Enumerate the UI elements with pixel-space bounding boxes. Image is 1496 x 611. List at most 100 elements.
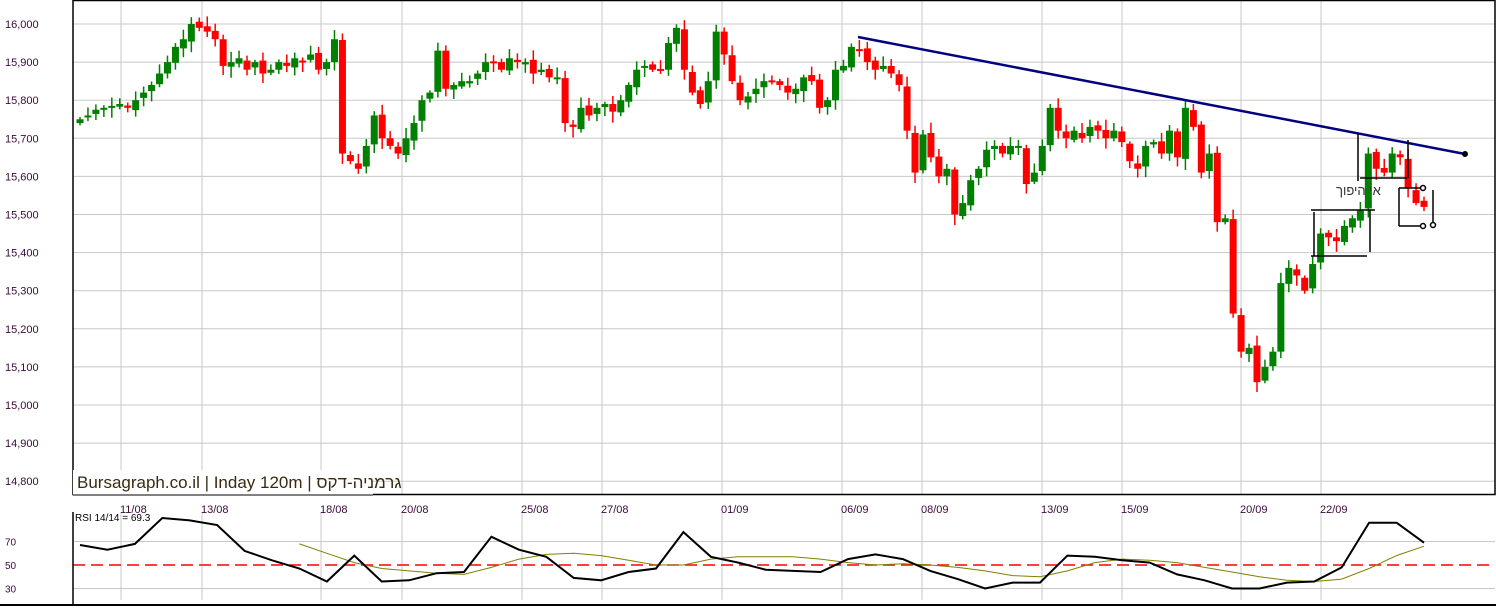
candle-down [378,114,386,139]
rsi-line [79,516,1425,590]
candle-up [140,92,148,98]
candle-down [1118,131,1126,143]
candle-up [1038,145,1046,172]
candle-down [609,104,617,112]
candle-up [291,58,299,68]
chart-title: Bursagraph.co.il | Inday 120m | גרמניה-ד… [77,473,402,492]
candle-down [688,72,696,93]
candle-up [108,105,116,108]
candle-down [657,68,665,71]
candle-up [704,81,712,103]
candle-up [132,100,140,111]
candle-up [148,84,156,92]
y-tick-label: 15,500 [5,210,39,222]
candle-down [1253,345,1261,383]
candle-up [179,39,187,49]
candle-down [1325,232,1333,238]
candle-down [999,145,1007,154]
candle-up [116,104,124,107]
candle-up [1364,153,1372,209]
candle-up [832,69,840,101]
y-tick-label: 15,400 [5,248,39,260]
candle-up [163,62,171,74]
candle-down [1102,129,1110,139]
candle-up [330,39,338,63]
candle-down [895,74,903,85]
candle-up [275,62,283,70]
trendline-handle[interactable] [1462,151,1468,157]
candle-down [1078,132,1086,139]
y-tick-label: 15,200 [5,324,39,336]
candle-down [903,86,911,131]
x-tick-label: 13/08 [201,504,229,516]
candle-up [1166,130,1174,154]
annotation-label: אי היפוך [1336,183,1381,198]
y-tick-label: 16,000 [5,19,39,31]
y-tick-label: 15,300 [5,286,39,298]
candle-down [855,49,863,52]
candle-up [601,104,609,108]
candle-up [1006,145,1014,155]
candle-up [1046,107,1054,146]
candle-down [1420,200,1428,207]
candle-up [187,24,195,42]
candle-down [513,59,521,63]
candle-up [370,115,378,145]
candle-up [466,81,474,84]
candle-down [1062,131,1070,139]
candle-up [1245,347,1253,354]
candle-down [497,62,505,70]
candle-up [1150,142,1158,145]
candle-down [394,146,402,154]
x-tick-label: 20/08 [401,504,429,516]
candle-down [808,75,816,82]
candle-up [418,100,426,121]
candle-up [943,168,951,177]
candle-down [736,82,744,101]
candle-down [561,78,569,124]
candle-up [991,145,999,149]
y-tick-label: 15,100 [5,362,39,374]
candle-up [672,27,680,44]
candle-up [1086,126,1094,137]
y-tick-label: 15,600 [5,171,39,183]
candle-up [227,62,235,67]
candle-up [1317,233,1325,263]
y-tick-label: 15,900 [5,57,39,69]
x-tick-label: 27/08 [601,504,629,516]
candle-up [617,100,625,113]
candle-up [521,62,529,65]
candle-down [219,39,227,66]
rsi-level-label: 70 [5,538,17,549]
candle-up [323,62,331,69]
candle-down [927,132,935,158]
candle-down [283,62,291,66]
y-tick-label: 14,800 [5,476,39,488]
price-axis: 16,000 15,900 15,800 15,700 15,600 15,500 15,4… [5,19,39,596]
candle-up [100,107,108,110]
candle-down [1197,124,1205,173]
candle-down [259,60,267,74]
x-tick-label: 15/09 [1121,504,1149,516]
candle-up [1348,218,1356,228]
candle-up [712,31,720,81]
candle-down [1134,163,1142,169]
candle-down [243,60,251,70]
candle-up [458,81,466,87]
candle-up [879,65,887,69]
candle-up [1070,130,1078,140]
candle-down [545,68,553,78]
candle-up [1269,351,1277,367]
candle-up [1356,210,1364,221]
candle-down [1293,269,1301,276]
candle-down [346,155,354,162]
rsi-level-label: 30 [5,585,17,596]
candle-down [1189,110,1197,127]
candle-up [84,115,92,118]
candle-down [1412,190,1420,204]
candle-up [847,46,855,68]
candle-down [911,132,919,173]
candle-up [1340,225,1348,242]
candle-up [800,77,808,92]
dax-chart: 16,000 15,900 15,800 15,700 15,600 15,500 15,4… [0,0,1496,606]
